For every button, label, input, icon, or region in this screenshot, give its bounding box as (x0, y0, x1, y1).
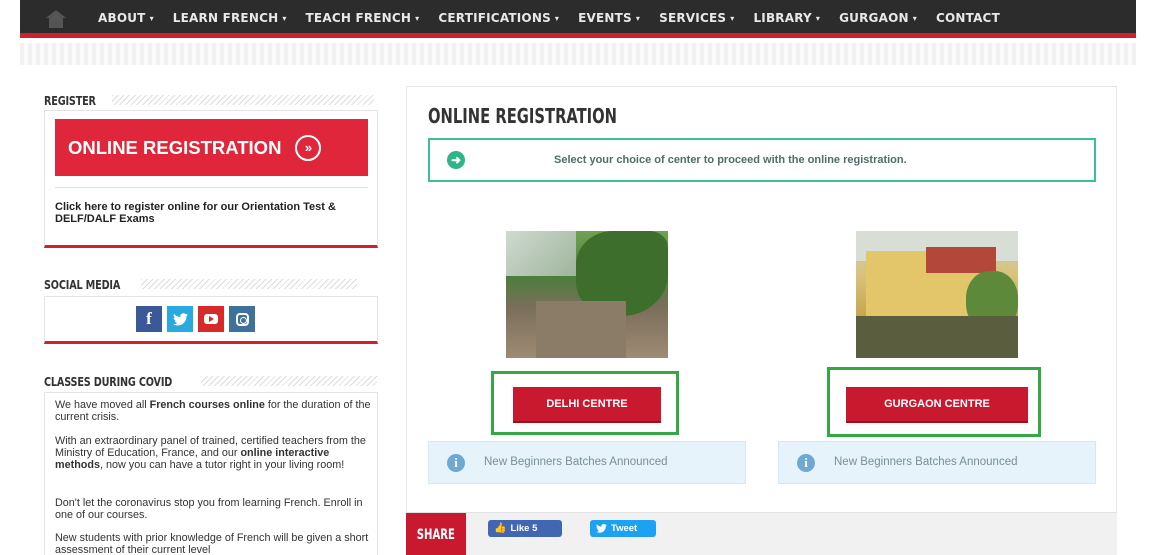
heading-stripes (201, 376, 378, 386)
top-navigation: ABOUT ▾ LEARN FRENCH ▾ TEACH FRENCH ▾ CERTI… (20, 0, 1136, 38)
gurgaon-centre-image[interactable] (856, 231, 1018, 358)
gurgaon-batch-notice[interactable]: i New Beginners Batches Announced (778, 441, 1096, 484)
nav-item-learn-french[interactable]: LEARN FRENCH ▾ (173, 11, 287, 25)
twitter-bird-icon (596, 524, 607, 533)
social-media-widget: f (44, 296, 378, 344)
nav-item-events[interactable]: EVENTS ▾ (578, 11, 640, 25)
nav-item-about[interactable]: ABOUT ▾ (98, 11, 154, 25)
page-title: ONLINE REGISTRATION (428, 104, 618, 128)
nav-item-services[interactable]: SERVICES ▾ (659, 11, 734, 25)
register-widget-heading: REGISTER (44, 93, 375, 108)
heading-stripes (112, 95, 375, 105)
share-bar: SHARE 👍 Like 5 Tweet (406, 512, 1117, 555)
nav-decoration-strip (20, 43, 1136, 65)
info-message-bar: ➜ Select your choice of center to procee… (428, 138, 1096, 182)
chevron-down-icon: ▾ (282, 14, 287, 23)
nav-item-contact[interactable]: CONTACT (936, 11, 1000, 25)
delhi-centre-button[interactable]: DELHI CENTRE (513, 387, 661, 423)
double-chevron-right-icon: » (295, 134, 322, 161)
chevron-down-icon: ▾ (912, 14, 917, 23)
share-label: SHARE (406, 513, 466, 555)
chevron-down-icon: ▾ (635, 14, 641, 23)
info-icon: i (447, 454, 465, 472)
nav-item-gurgaon[interactable]: GURGAON ▾ (839, 11, 917, 25)
online-registration-button[interactable]: ONLINE REGISTRATION » (55, 119, 368, 176)
delhi-centre-image[interactable] (506, 231, 668, 358)
delhi-batch-notice[interactable]: i New Beginners Batches Announced (428, 441, 746, 484)
twitter-icon[interactable] (167, 306, 193, 332)
covid-paragraph-3: Don't let the coronavirus stop you from … (55, 497, 363, 521)
info-icon: i (797, 454, 815, 472)
chevron-down-icon: ▾ (815, 14, 821, 23)
nav-item-certifications[interactable]: CERTIFICATIONS ▾ (438, 11, 559, 25)
register-widget: ONLINE REGISTRATION » Click here to regi… (44, 110, 378, 248)
divider (55, 187, 368, 188)
gurgaon-centre-button[interactable]: GURGAON CENTRE (846, 387, 1028, 423)
covid-paragraph-4: New students with prior knowledge of Fre… (55, 532, 369, 555)
arrow-circle-right-icon: ➜ (447, 151, 465, 169)
facebook-like-button[interactable]: 👍 Like 5 (488, 520, 562, 537)
social-widget-heading: SOCIAL MEDIA (44, 277, 357, 292)
chevron-down-icon: ▾ (554, 14, 560, 23)
covid-paragraph-2: With an extraordinary panel of trained, … (55, 435, 366, 471)
nav-item-teach-french[interactable]: TEACH FRENCH ▾ (306, 11, 420, 25)
chevron-down-icon: ▾ (415, 14, 420, 23)
nav-menu: ABOUT ▾ LEARN FRENCH ▾ TEACH FRENCH ▾ CERTI… (98, 11, 1019, 25)
covid-widget-heading: CLASSES DURING COVID (44, 374, 378, 389)
chevron-down-icon: ▾ (149, 14, 154, 23)
facebook-icon[interactable]: f (136, 306, 162, 332)
register-description[interactable]: Click here to register online for our Or… (55, 201, 355, 225)
tweet-button[interactable]: Tweet (590, 520, 656, 537)
thumbs-up-icon: 👍 (494, 523, 507, 534)
instagram-icon[interactable] (229, 306, 255, 332)
covid-paragraph-1: We have moved all French courses online … (55, 399, 371, 423)
covid-widget: We have moved all French courses online … (44, 392, 378, 555)
home-icon[interactable] (46, 10, 66, 28)
heading-stripes (140, 279, 357, 289)
nav-item-library[interactable]: LIBRARY ▾ (753, 11, 820, 25)
youtube-icon[interactable] (198, 306, 224, 332)
chevron-down-icon: ▾ (730, 14, 735, 23)
